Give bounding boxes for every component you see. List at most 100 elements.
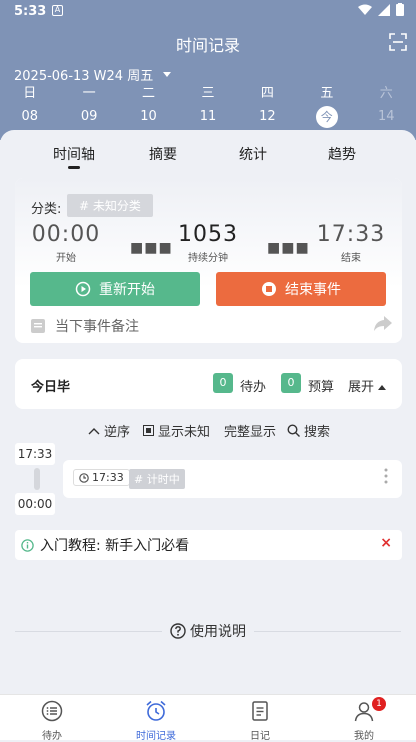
event-note-input[interactable]: 当下事件备注 — [31, 316, 139, 336]
expand-label: 展开 — [348, 380, 375, 395]
weekday-label: 四 — [260, 86, 274, 101]
timeline-bar — [34, 468, 40, 490]
event-time-chip: 17:33 — [73, 469, 130, 486]
tab-bar: 时间轴 摘要 统计 趋势 — [0, 144, 416, 168]
show-unknown-label: 显示未知 — [158, 425, 211, 440]
nav-diary[interactable]: 日记 — [208, 695, 312, 742]
expand-button[interactable]: 展开 — [348, 376, 387, 395]
reverse-toggle[interactable]: 逆序 — [88, 421, 130, 440]
today-summary-card: 今日毕 0 待办 0 预算 展开 — [15, 359, 402, 409]
alarm-clock-icon — [146, 700, 166, 721]
end-time: 17:33 — [316, 222, 386, 247]
search-icon — [287, 424, 300, 437]
clock-icon — [79, 472, 89, 483]
nav-mine[interactable]: 1 我的 — [312, 695, 416, 742]
page-title: 时间记录 — [175, 36, 240, 55]
end-event-label: 结束事件 — [285, 282, 341, 298]
tutorial-text: 入门教程: 新手入门必看 — [40, 538, 190, 554]
reverse-label: 逆序 — [104, 425, 131, 440]
restart-button[interactable]: 重新开始 — [30, 272, 200, 306]
date-number: 11 — [199, 109, 217, 124]
battery-icon — [396, 3, 404, 16]
info-icon — [21, 538, 34, 552]
date-number: 14 — [377, 109, 395, 124]
nav-time-record[interactable]: 时间记录 — [104, 695, 208, 742]
end-stat[interactable]: 17:33 结束 — [315, 222, 387, 264]
restart-icon — [75, 281, 91, 297]
divider — [15, 631, 165, 632]
date-number: 09 — [80, 109, 98, 124]
notification-badge: 1 — [372, 697, 386, 711]
day-sun[interactable]: 日 08 — [0, 84, 59, 128]
help-button[interactable]: 使用说明 — [162, 621, 254, 641]
note-placeholder: 当下事件备注 — [55, 319, 139, 335]
duration-stat: 1053 持续分钟 — [173, 222, 243, 264]
duration-label: 持续分钟 — [188, 253, 228, 264]
nav-todo[interactable]: 待办 — [0, 695, 104, 742]
start-label: 开始 — [56, 253, 76, 264]
date-number: 10 — [140, 109, 157, 124]
weekday-label: 五 — [320, 86, 334, 101]
full-display-toggle[interactable]: 完整显示 — [224, 421, 276, 440]
day-mon[interactable]: 一 09 — [59, 84, 118, 128]
tab-stats[interactable]: 统计 — [239, 144, 267, 164]
budget-count[interactable]: 0 — [281, 373, 301, 393]
tutorial-banner[interactable]: 入门教程: 新手入门必看 × — [15, 530, 402, 560]
search-button[interactable]: 搜索 — [287, 421, 330, 440]
chevron-up-icon — [378, 385, 387, 390]
event-tag: # 计时中 — [129, 469, 185, 489]
tab-summary[interactable]: 摘要 — [149, 144, 177, 164]
date-number: 今 — [315, 106, 338, 128]
duration-value: 1053 — [178, 222, 238, 247]
date-selector[interactable]: 2025-06-13 W24 周五 — [14, 65, 172, 84]
today-title: 今日毕 — [31, 380, 71, 395]
help-label: 使用说明 — [190, 624, 246, 640]
current-event-card: 分类: # 未知分类 00:00 开始 ■■■ 1053 持续分钟 ■■■ 17… — [15, 178, 402, 343]
start-stat[interactable]: 00:00 开始 — [31, 222, 101, 264]
divider — [251, 631, 401, 632]
week-strip: 日 08 一 09 二 10 三 11 四 12 五今 六 14 — [0, 84, 416, 128]
todo-count[interactable]: 0 — [213, 373, 233, 393]
note-icon — [31, 319, 45, 333]
end-label: 结束 — [341, 253, 361, 264]
day-tue[interactable]: 二 10 — [119, 84, 178, 128]
day-sat[interactable]: 六 14 — [357, 84, 416, 128]
day-thu[interactable]: 四 12 — [238, 84, 297, 128]
chevron-down-icon — [163, 72, 172, 77]
separator-dots: ■■■ — [130, 240, 173, 256]
end-event-button[interactable]: 结束事件 — [216, 272, 386, 306]
signal-icon — [378, 3, 390, 16]
weekday-label: 二 — [142, 86, 156, 101]
checkbox-icon — [143, 425, 154, 436]
budget-label[interactable]: 预算 — [308, 376, 334, 395]
day-fri-today[interactable]: 五今 — [297, 84, 356, 128]
date-label: 2025-06-13 W24 周五 — [14, 69, 154, 84]
fullscreen-icon[interactable] — [388, 32, 408, 52]
weekday-label: 日 — [23, 86, 37, 101]
help-section: 使用说明 — [0, 621, 416, 641]
weekday-label: 六 — [379, 86, 393, 101]
weekday-label: 一 — [82, 86, 96, 101]
search-label: 搜索 — [304, 425, 331, 440]
more-icon[interactable] — [384, 468, 388, 484]
show-unknown-toggle[interactable]: 显示未知 — [143, 421, 210, 440]
day-wed[interactable]: 三 11 — [178, 84, 237, 128]
weekday-label: 三 — [201, 86, 215, 101]
bottom-nav: 待办 时间记录 日记 1 我的 — [0, 694, 416, 742]
stop-icon — [262, 282, 276, 296]
list-icon — [41, 700, 63, 722]
timeline-event[interactable]: 17:33 # 计时中 — [63, 460, 402, 498]
timeline-time-bottom: 00:00 — [15, 493, 55, 515]
timeline-time-top: 17:33 — [15, 443, 55, 465]
date-number: 12 — [259, 109, 276, 124]
todo-label[interactable]: 待办 — [240, 376, 266, 395]
share-icon[interactable] — [374, 316, 392, 332]
tab-indicator — [68, 166, 80, 169]
notification-icon: A — [52, 5, 63, 16]
category-badge[interactable]: # 未知分类 — [67, 194, 153, 217]
tab-trends[interactable]: 趋势 — [328, 144, 356, 164]
close-icon[interactable]: × — [380, 535, 392, 551]
status-bar: 5:33 A — [0, 0, 416, 24]
system-icons — [358, 3, 404, 16]
tab-timeline[interactable]: 时间轴 — [53, 144, 95, 164]
